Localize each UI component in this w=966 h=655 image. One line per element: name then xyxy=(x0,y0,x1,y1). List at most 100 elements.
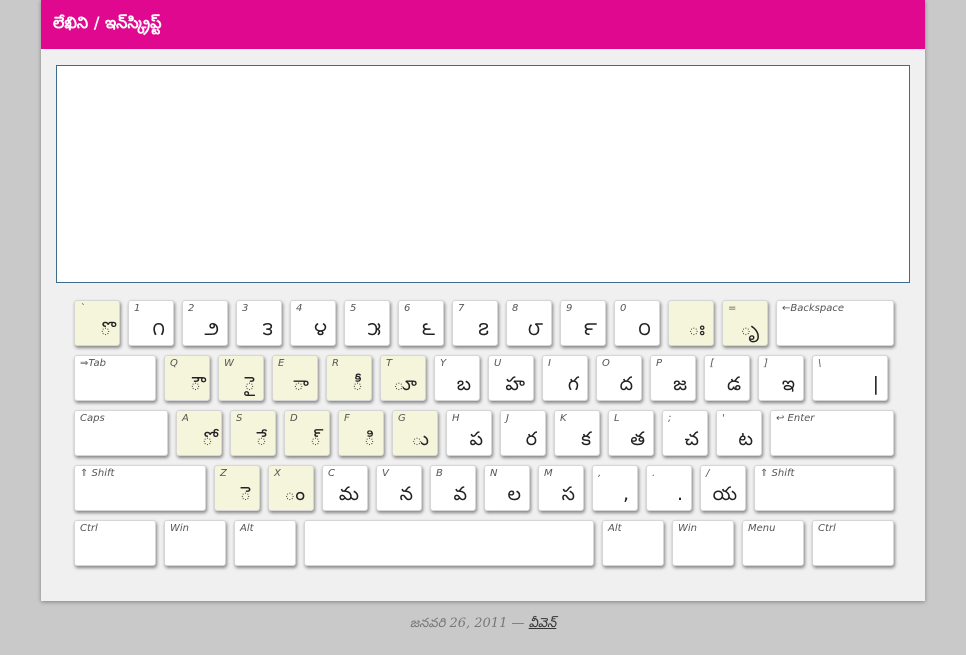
key-char: ః xyxy=(688,318,705,340)
char-key[interactable]: [డ xyxy=(704,355,750,401)
char-key[interactable]: 8౮ xyxy=(506,300,552,346)
key-label: I xyxy=(548,358,551,369)
keyboard-row: Caps Aో Sే D్ Fి Gు H ప J ర K క L త; చ ' ట ↩ Enter xyxy=(74,410,894,456)
key-char: హ xyxy=(505,373,525,395)
enter-key[interactable]: ↩ Enter xyxy=(770,410,894,456)
char-key[interactable]: Hప xyxy=(446,410,492,456)
char-key[interactable]: Eా xyxy=(272,355,318,401)
alt-key[interactable]: Alt xyxy=(234,520,296,566)
win-key[interactable]: Win xyxy=(672,520,734,566)
win-key[interactable]: Win xyxy=(164,520,226,566)
key-char: ె xyxy=(240,483,251,505)
char-key[interactable]: \ | xyxy=(812,355,888,401)
key-label: Ctrl xyxy=(80,523,98,534)
key-char: ఇ xyxy=(781,373,795,395)
char-key[interactable]: Rీ xyxy=(326,355,372,401)
key-char: ు xyxy=(411,428,429,450)
backspace-key[interactable]: ←Backspace xyxy=(776,300,894,346)
footer-separator: — xyxy=(507,616,529,631)
ctrl-key[interactable]: Ctrl xyxy=(74,520,156,566)
space-key[interactable] xyxy=(304,520,594,566)
key-label: , xyxy=(598,468,602,479)
char-key[interactable]: Cమ xyxy=(322,465,368,511)
tab-key[interactable]: ⇒Tab xyxy=(74,355,156,401)
menu-key[interactable]: Menu xyxy=(742,520,804,566)
char-key[interactable]: ; చ xyxy=(662,410,708,456)
char-key[interactable]: 3౩ xyxy=(236,300,282,346)
key-label: V xyxy=(382,468,389,479)
key-label: 7 xyxy=(458,303,465,314)
char-key[interactable]: ' ట xyxy=(716,410,762,456)
key-char: ్ xyxy=(310,428,321,450)
shift-key[interactable]: ⇑ Shift xyxy=(754,465,894,511)
char-key[interactable]: Lత xyxy=(608,410,654,456)
char-key[interactable]: Fి xyxy=(338,410,384,456)
char-key[interactable]: Vన xyxy=(376,465,422,511)
char-key[interactable]: 5౫ xyxy=(344,300,390,346)
char-key[interactable]: Pజ xyxy=(650,355,696,401)
key-char: ే xyxy=(256,428,267,450)
ctrl-key[interactable]: Ctrl xyxy=(812,520,894,566)
char-key[interactable]: Nల xyxy=(484,465,530,511)
key-label: Ctrl xyxy=(818,523,836,534)
key-char: ూ xyxy=(393,373,417,395)
char-key[interactable]: Kక xyxy=(554,410,600,456)
key-label: 0 xyxy=(620,303,627,314)
key-char: | xyxy=(872,373,879,395)
shift-key[interactable]: ⇑ Shift xyxy=(74,465,206,511)
key-char: య xyxy=(712,483,737,505)
char-key[interactable]: Uహ xyxy=(488,355,534,401)
key-char: ర xyxy=(525,428,537,450)
char-key[interactable]: Bవ xyxy=(430,465,476,511)
char-key[interactable]: Oద xyxy=(596,355,642,401)
char-key[interactable]: Tూ xyxy=(380,355,426,401)
char-key[interactable]: Iగ xyxy=(542,355,588,401)
char-key[interactable]: Jర xyxy=(500,410,546,456)
text-editor[interactable] xyxy=(56,65,910,283)
char-key[interactable]: `ొ xyxy=(74,300,120,346)
char-key[interactable]: Mస xyxy=(538,465,584,511)
key-label: Z xyxy=(220,468,227,479)
char-key[interactable]: Aో xyxy=(176,410,222,456)
key-char: ి xyxy=(364,428,375,450)
char-key[interactable]: Wై xyxy=(218,355,264,401)
key-label: 4 xyxy=(296,303,303,314)
char-key[interactable]: 4౪ xyxy=(290,300,336,346)
key-label: U xyxy=(494,358,502,369)
char-key[interactable]: Qౌ xyxy=(164,355,210,401)
key-char: ొ xyxy=(100,318,111,340)
caps-lock-key[interactable]: Caps xyxy=(74,410,168,456)
char-key[interactable]: =ృ xyxy=(722,300,768,346)
char-key[interactable]: Yబ xyxy=(434,355,480,401)
char-key[interactable]: .. xyxy=(646,465,692,511)
char-key[interactable]: 6౬ xyxy=(398,300,444,346)
alt-key[interactable]: Alt xyxy=(602,520,664,566)
char-key[interactable]: Zె xyxy=(214,465,260,511)
key-label: Menu xyxy=(748,523,776,534)
key-char: ౌ xyxy=(190,373,201,395)
char-key[interactable]: 9౯ xyxy=(560,300,606,346)
key-label: D xyxy=(290,413,298,424)
author-link[interactable]: వీవెన్ xyxy=(529,616,557,631)
char-key[interactable]: Gు xyxy=(392,410,438,456)
char-key[interactable]: ] ఇ xyxy=(758,355,804,401)
key-char: ల xyxy=(507,483,521,505)
key-label: N xyxy=(490,468,498,479)
char-key[interactable]: ః xyxy=(668,300,714,346)
key-label: R xyxy=(332,358,339,369)
key-char: , xyxy=(622,483,629,505)
key-label: K xyxy=(560,413,567,424)
char-key[interactable]: D్ xyxy=(284,410,330,456)
char-key[interactable]: ,, xyxy=(592,465,638,511)
key-char: ౯ xyxy=(583,318,597,340)
char-key[interactable]: 7౭ xyxy=(452,300,498,346)
char-key[interactable]: Xం xyxy=(268,465,314,511)
key-label: ⇑ Shift xyxy=(80,468,115,479)
key-label: ←Backspace xyxy=(782,303,844,314)
char-key[interactable]: / య xyxy=(700,465,746,511)
char-key[interactable]: 1౧ xyxy=(128,300,174,346)
char-key[interactable]: 0౦ xyxy=(614,300,660,346)
char-key[interactable]: 2౨ xyxy=(182,300,228,346)
key-label: Alt xyxy=(608,523,622,534)
char-key[interactable]: Sే xyxy=(230,410,276,456)
